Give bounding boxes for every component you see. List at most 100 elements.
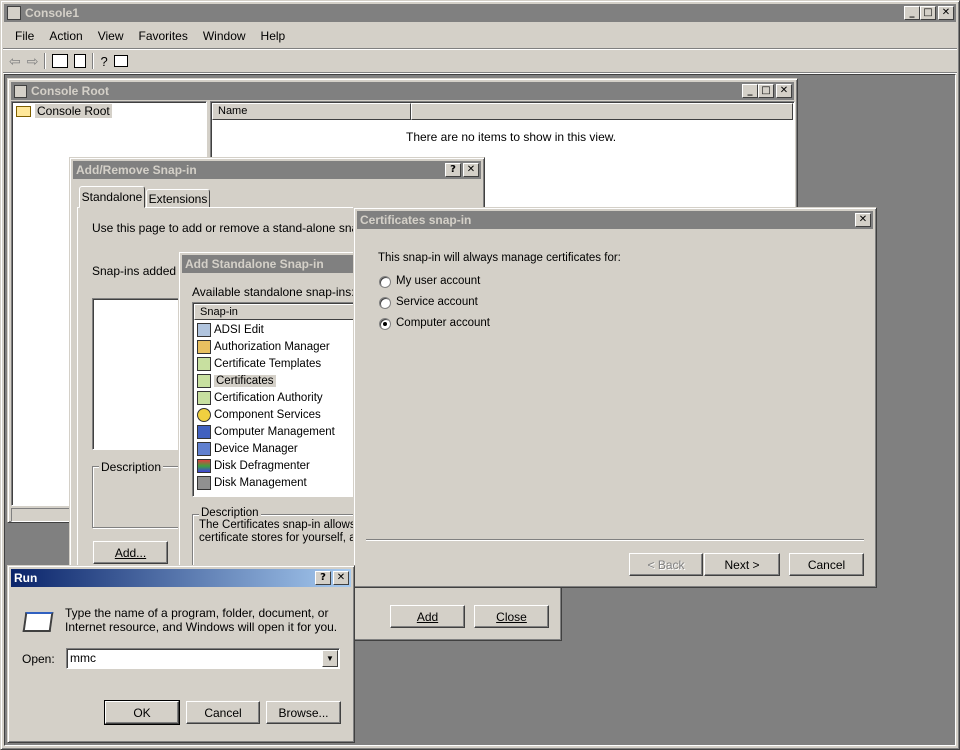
button-label: Browse... [278, 705, 329, 720]
certificate-templates-icon [197, 356, 211, 371]
run-message-line2: Internet resource, and Windows will open… [65, 620, 338, 634]
ok-button[interactable]: OK [104, 700, 180, 725]
certificates-titlebar[interactable]: Certificates snap-in ✕ [357, 211, 873, 229]
certificates-snapin-dialog: Certificates snap-in ✕ This snap-in will… [353, 207, 877, 588]
authorization-manager-icon [197, 339, 211, 354]
back-arrow-icon[interactable]: ⇦ [9, 53, 21, 70]
run-titlebar[interactable]: Run ? ✕ [11, 569, 351, 587]
show-hide-tree-icon[interactable] [52, 54, 69, 68]
button-label: Cancel [204, 705, 242, 720]
snapins-added-list[interactable] [92, 298, 192, 450]
tree-item-console-root[interactable]: Console Root [16, 104, 112, 118]
minimize-button[interactable]: _ [742, 84, 758, 98]
run-message-line1: Type the name of a program, folder, docu… [65, 606, 329, 620]
console-root-window-icon [14, 84, 27, 98]
next-button[interactable]: Next > [704, 553, 780, 576]
option-service-account[interactable]: Service account [396, 296, 478, 308]
add-button[interactable]: Add [390, 605, 465, 628]
snapin-column-header[interactable]: Snap-in [194, 304, 356, 320]
maximize-button[interactable]: □ [920, 6, 936, 20]
snapin-list[interactable]: Snap-in ADSI Edit Authorization Manager … [192, 302, 358, 497]
minimize-button[interactable]: _ [904, 6, 920, 20]
close-button[interactable]: ✕ [776, 84, 792, 98]
button-label: Close [496, 609, 527, 624]
add-snapin-button[interactable]: Add... [93, 541, 168, 564]
list-item[interactable]: ADSI Edit [197, 321, 264, 338]
forward-arrow-icon[interactable]: ⇨ [27, 53, 39, 70]
close-button[interactable]: ✕ [333, 571, 349, 585]
add-remove-titlebar[interactable]: Add/Remove Snap-in ? ✕ [73, 161, 481, 179]
button-label: Add [416, 609, 439, 624]
list-item[interactable]: Disk Management [197, 474, 307, 491]
close-button[interactable]: ✕ [855, 213, 871, 227]
list-item-label: Disk Defragmenter [214, 459, 310, 472]
action-pane-icon[interactable] [113, 55, 128, 67]
list-item[interactable]: Authorization Manager [197, 338, 330, 355]
menu-favorites[interactable]: Favorites [139, 29, 188, 45]
tab-label: Extensions [148, 191, 208, 206]
toolbar-separator [44, 53, 47, 69]
tab-extensions[interactable]: Extensions [146, 189, 210, 208]
list-item[interactable]: Certificate Templates [197, 355, 321, 372]
console-root-title: Console Root [31, 84, 109, 98]
close-button[interactable]: ✕ [938, 6, 954, 20]
run-cancel-button[interactable]: Cancel [186, 701, 260, 724]
snapin-description-line2: certificate stores for yourself, a [199, 532, 356, 544]
disk-management-icon [197, 475, 211, 490]
restore-button[interactable]: □ [758, 84, 774, 98]
console-titlebar[interactable]: Console1 _ □ ✕ [4, 4, 956, 22]
list-item[interactable]: Computer Management [197, 423, 335, 440]
browse-button[interactable]: Browse... [266, 701, 341, 724]
snapin-description-label: Description [199, 507, 261, 519]
export-list-icon[interactable] [74, 54, 87, 68]
option-computer-account[interactable]: Computer account [396, 317, 490, 329]
close-button[interactable]: ✕ [463, 163, 479, 177]
console-root-titlebar[interactable]: Console Root _ □ ✕ [11, 82, 794, 100]
button-label: Add... [114, 545, 147, 560]
radio-service-account[interactable] [379, 297, 391, 309]
run-program-icon [22, 612, 54, 632]
list-item-selected[interactable]: Certificates [197, 372, 276, 389]
menu-bar: File Action View Favorites Window Help [15, 29, 300, 45]
tab-standalone[interactable]: Standalone [79, 186, 145, 208]
close-dialog-button[interactable]: Close [474, 605, 549, 628]
chevron-down-icon: ▼ [326, 654, 334, 663]
menu-action[interactable]: Action [49, 29, 82, 45]
option-my-user-account[interactable]: My user account [396, 275, 480, 287]
list-item[interactable]: Device Manager [197, 440, 298, 457]
component-services-icon [197, 407, 211, 422]
back-button[interactable]: < Back [629, 553, 703, 576]
empty-view-message: There are no items to show in this view. [406, 130, 617, 144]
column-header-name[interactable]: Name [212, 103, 411, 120]
radio-my-user-account[interactable] [379, 276, 391, 288]
help-topic-icon[interactable]: ? [100, 54, 107, 69]
open-input-value[interactable]: mmc [70, 651, 96, 665]
open-combobox[interactable]: mmc ▼ [66, 648, 340, 669]
add-remove-instructions: Use this page to add or remove a stand-a… [92, 221, 379, 235]
list-item[interactable]: Disk Defragmenter [197, 457, 310, 474]
menu-view[interactable]: View [98, 29, 124, 45]
help-button[interactable]: ? [445, 163, 461, 177]
run-dialog: Run ? ✕ Type the name of a program, fold… [7, 565, 355, 743]
dropdown-button[interactable]: ▼ [322, 650, 338, 667]
cancel-button[interactable]: Cancel [789, 553, 864, 576]
menu-window[interactable]: Window [203, 29, 246, 45]
run-title: Run [14, 571, 38, 585]
list-item-label: Disk Management [214, 476, 307, 489]
menu-file[interactable]: File [15, 29, 34, 45]
column-header-blank [411, 103, 793, 120]
button-label: OK [133, 705, 151, 720]
certificates-icon [197, 373, 211, 388]
radio-computer-account[interactable] [379, 318, 391, 330]
available-snapins-label: Available standalone snap-ins: [192, 285, 355, 299]
list-item-label: Component Services [214, 408, 321, 421]
menu-help[interactable]: Help [261, 29, 286, 45]
button-label: < Back [647, 557, 685, 572]
add-remove-caption-buttons: ? ✕ [445, 163, 479, 177]
list-item[interactable]: Component Services [197, 406, 321, 423]
help-button[interactable]: ? [315, 571, 331, 585]
computer-management-icon [197, 424, 211, 439]
run-caption-buttons: ? ✕ [315, 571, 349, 585]
list-item[interactable]: Certification Authority [197, 389, 323, 406]
certificates-prompt: This snap-in will always manage certific… [378, 252, 621, 264]
